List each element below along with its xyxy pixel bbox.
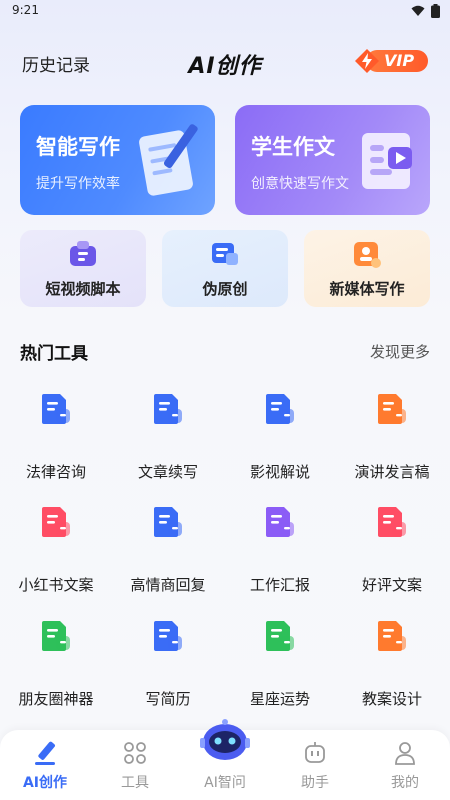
tool-label: 工作汇报 xyxy=(249,576,310,594)
tool-label: 演讲发言稿 xyxy=(354,463,430,481)
tool-label: 好评文案 xyxy=(361,576,422,594)
tab-ai-create-label: AI创作 xyxy=(22,775,68,791)
tab-ai-create[interactable]: AI创作 xyxy=(0,730,90,800)
student-essay-title: 学生作文 xyxy=(251,135,335,159)
tab-mine[interactable]: 我的 xyxy=(360,730,450,800)
smart-writing-subtitle: 提升写作效率 xyxy=(36,176,120,192)
new-media-writing-card[interactable]: 新媒体写作 xyxy=(304,230,430,307)
tool-item[interactable]: 高情商回复 xyxy=(112,505,224,615)
tab-assistant-label: 助手 xyxy=(301,775,329,791)
video-script-icon xyxy=(70,241,96,266)
tool-item[interactable]: 文章续写 xyxy=(112,392,224,502)
tool-item[interactable]: 好评文案 xyxy=(336,505,448,615)
wifi-icon xyxy=(411,5,425,16)
vip-label: VIP xyxy=(384,51,415,70)
grid-icon xyxy=(124,742,146,764)
hot-tools-title: 热门工具 xyxy=(20,344,88,364)
pseudo-original-label: 伪原创 xyxy=(202,280,248,298)
tool-item[interactable]: 工作汇报 xyxy=(224,505,336,615)
pen-icon xyxy=(35,741,55,765)
tab-tools[interactable]: 工具 xyxy=(90,730,180,800)
status-time: 9:21 xyxy=(12,3,39,17)
tool-label: 小红书文案 xyxy=(18,576,94,594)
tool-label: 高情商回复 xyxy=(130,576,206,594)
tool-label: 朋友圈神器 xyxy=(18,690,94,708)
article-pen-icon xyxy=(154,394,182,424)
pseudo-original-card[interactable]: 伪原创 xyxy=(162,230,288,307)
tool-label: 星座运势 xyxy=(249,690,310,708)
tool-label: 影视解说 xyxy=(249,463,310,481)
status-bar: 9:21 xyxy=(0,0,450,22)
notebook-pen-icon xyxy=(139,124,198,196)
tool-label: 写简历 xyxy=(145,690,191,708)
good-review-icon xyxy=(378,507,406,537)
tool-item[interactable]: 法律咨询 xyxy=(0,392,112,502)
student-essay-card[interactable]: 学生作文 创意快速写作文 xyxy=(235,105,430,215)
new-media-writing-label: 新媒体写作 xyxy=(329,280,405,298)
smart-writing-title: 智能写作 xyxy=(36,135,120,159)
short-video-script-label: 短视频脚本 xyxy=(45,280,121,298)
robot-icon[interactable] xyxy=(198,718,252,762)
star-icon xyxy=(266,621,294,651)
rewrite-icon xyxy=(212,243,238,265)
xiaohongshu-doc-icon xyxy=(42,507,70,537)
film-headphone-icon xyxy=(266,394,294,424)
student-essay-subtitle: 创意快速写作文 xyxy=(251,176,349,192)
assistant-icon xyxy=(305,742,325,763)
battery-icon xyxy=(431,4,440,18)
tab-mine-label: 我的 xyxy=(391,775,419,791)
tab-tools-label: 工具 xyxy=(121,775,149,791)
tool-item[interactable]: 教案设计 xyxy=(336,619,448,729)
short-video-script-card[interactable]: 短视频脚本 xyxy=(20,230,146,307)
system-icons xyxy=(411,4,440,18)
top-header: 历史记录 AI创作 VIP xyxy=(0,40,450,84)
essay-play-icon xyxy=(362,133,412,189)
lesson-plan-icon xyxy=(378,621,406,651)
vip-button[interactable]: VIP xyxy=(354,48,430,74)
tool-item[interactable]: 朋友圈神器 xyxy=(0,619,112,729)
tool-label: 文章续写 xyxy=(137,463,198,481)
moments-icon xyxy=(42,621,70,651)
smart-writing-card[interactable]: 智能写作 提升写作效率 xyxy=(20,105,215,215)
tool-item[interactable]: 星座运势 xyxy=(224,619,336,729)
law-doc-icon xyxy=(42,394,70,424)
discover-more-link[interactable]: 发现更多 xyxy=(370,341,430,362)
tool-item[interactable]: 影视解说 xyxy=(224,392,336,502)
lightning-icon xyxy=(355,49,379,73)
tool-item[interactable]: 小红书文案 xyxy=(0,505,112,615)
tool-label: 法律咨询 xyxy=(25,463,86,481)
tab-assistant[interactable]: 助手 xyxy=(270,730,360,800)
work-report-icon xyxy=(266,507,294,537)
tool-item[interactable]: 演讲发言稿 xyxy=(336,392,448,502)
speech-doc-icon xyxy=(378,394,406,424)
eq-reply-icon xyxy=(154,507,182,537)
profile-icon xyxy=(395,742,415,765)
resume-icon xyxy=(154,621,182,651)
tool-item[interactable]: 写简历 xyxy=(112,619,224,729)
new-media-icon xyxy=(354,242,381,268)
tab-ai-ask-label: AI智问 xyxy=(204,775,246,791)
tool-label: 教案设计 xyxy=(361,690,422,708)
